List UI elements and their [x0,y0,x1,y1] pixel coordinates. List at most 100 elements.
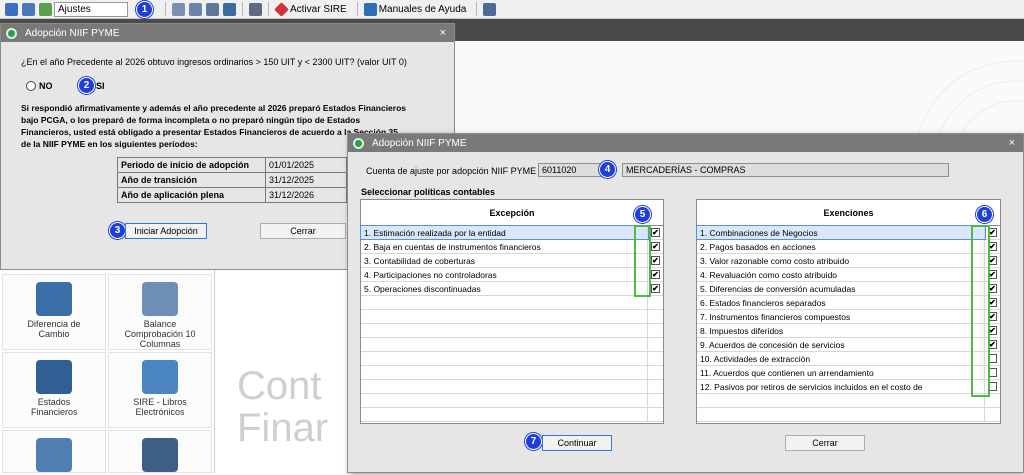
radio-si-label[interactable]: SI [96,81,105,91]
seleccionar-politicas-label: Seleccionar políticas contables [361,187,496,197]
radio-no[interactable] [26,81,36,91]
policy-row[interactable]: 11. Acuerdos que contienen un arrendamie… [697,366,1000,380]
document-icon[interactable] [172,2,185,16]
tile-diferencia-cambio[interactable]: Diferencia de Cambio [2,274,106,350]
building-icon[interactable] [22,2,35,16]
toolbar-separator [268,2,269,16]
dialog2-title: Adopción NIIF PYME [372,137,467,149]
policy-label: 5. Operaciones discontinuadas [361,282,648,295]
excepcion-list: 1. Estimación realizada por la entidad ✔ 2… [360,225,663,422]
dialog1-titlebar: Adopción NIIF PYME × [1,24,454,42]
iniciar-adopcion-button[interactable]: Iniciar Adopción [125,223,207,239]
policy-row[interactable]: 6. Estados financieros separados ✔ [697,296,1000,310]
tile-label: SIRE - Libros Electrónicos [133,397,187,417]
policy-checkbox[interactable]: ✔ [651,228,660,237]
tile-window[interactable] [2,430,106,473]
policy-row[interactable]: 1. Combinaciones de Negocios ✔ [696,225,1000,240]
policy-label: 4. Participaciones no controladoras [361,268,648,281]
dialog2-close-button[interactable]: × [1009,137,1015,149]
empty-row [361,408,663,422]
policy-checkbox-cell [648,338,663,351]
policy-row[interactable]: 7. Instrumentos financieros compuestos ✔ [697,310,1000,324]
empty-row [361,352,663,366]
calculator-icon[interactable] [249,2,262,16]
step-badge-6: 6 [976,206,993,223]
welcome-text-line2: Finar [237,406,329,450]
book-icon[interactable] [363,2,377,16]
document-edit-icon[interactable] [206,2,219,16]
dialog1-cerrar-button[interactable]: Cerrar [260,223,346,239]
ajustes-dropdown[interactable]: Ajustes [54,1,128,17]
period-label: Año de aplicación plena [117,187,266,203]
empty-row [361,296,663,310]
empty-row [697,394,1000,408]
exchange-calculator-icon [36,282,72,316]
exit-icon[interactable] [483,2,497,16]
policy-label [697,408,985,421]
step-badge-5: 5 [634,206,651,223]
cuenta-name-field: MERCADERÍAS - COMPRAS [622,163,949,177]
sire-diamond-icon[interactable] [274,1,289,17]
policy-label [361,310,648,323]
policy-label: 11. Acuerdos que contienen un arrendamie… [697,366,985,379]
users-icon[interactable] [5,2,18,16]
document-settings-icon[interactable] [189,2,202,16]
policy-row[interactable]: 1. Estimación realizada por la entidad ✔ [360,225,663,240]
policy-checkbox-cell [648,366,663,379]
exenciones-highlight [971,225,990,397]
tile-estados-financieros[interactable]: Estados Financieros [2,352,106,428]
empty-row [361,310,663,324]
policy-row[interactable]: 5. Operaciones discontinuadas ✔ [361,282,663,296]
folder-icon[interactable] [223,2,236,16]
app-logo-icon [353,137,364,149]
toolbar-separator [242,2,243,16]
policy-row[interactable]: 9. Acuerdos de concesión de servicios ✔ [697,338,1000,352]
policy-label: 1. Combinaciones de Negocios [696,225,986,240]
tile-folder[interactable] [108,430,212,473]
policy-label: 6. Estados financieros separados [697,296,985,309]
policy-row[interactable]: 2. Pagos basados en acciones ✔ [697,240,1000,254]
policy-label: 2. Pagos basados en acciones [697,240,985,253]
policy-row[interactable]: 10. Actividades de extracción [697,352,1000,366]
step-badge-7: 7 [525,433,542,450]
policy-checkbox[interactable]: ✔ [651,256,660,265]
policy-row[interactable]: 4. Revaluación como costo atribuido ✔ [697,268,1000,282]
policy-row[interactable]: 5. Diferencias de conversión acumuladas ✔ [697,282,1000,296]
continuar-button[interactable]: Continuar [542,435,612,451]
chart-icon[interactable] [39,2,52,16]
excepcion-panel: Excepción 1. Estimación realizada por la… [360,199,664,424]
policy-label [361,352,648,365]
policy-checkbox-cell [648,310,663,323]
policy-row[interactable]: 4. Participaciones no controladoras ✔ [361,268,663,282]
tile-sire-libros[interactable]: SIRE - Libros Electrónicos [108,352,212,428]
activar-sire-button[interactable]: Activar SIRE [290,4,347,15]
policy-row[interactable]: 12. Pasivos por retiros de servicios inc… [697,380,1000,394]
window-icon [36,438,72,472]
dialog2-cerrar-button[interactable]: Cerrar [785,435,865,451]
policy-checkbox[interactable]: ✔ [651,242,660,251]
tile-label: Estados Financieros [31,397,78,417]
policy-row[interactable]: 3. Contabilidad de coberturas ✔ [361,254,663,268]
empty-row [697,408,1000,422]
exenciones-header-label: Exenciones [823,207,874,218]
policy-label [361,380,648,393]
empty-row [361,366,663,380]
period-value: 31/12/2026 [265,187,347,203]
policy-row[interactable]: 2. Baja en cuentas de instrumentos finan… [361,240,663,254]
cuenta-code-field[interactable]: 6011020 [538,163,602,177]
tile-balance-comprobacion[interactable]: Balance Comprobación 10 Columnas [108,274,212,350]
policy-checkbox-cell [648,352,663,365]
policy-checkbox-cell [648,408,663,421]
policy-label [361,338,648,351]
policy-checkbox[interactable]: ✔ [651,284,660,293]
radio-no-option[interactable]: NO [26,81,53,91]
manuales-button[interactable]: Manuales de Ayuda [379,4,467,15]
policy-label [361,394,648,407]
policy-checkbox[interactable]: ✔ [651,270,660,279]
dialog1-close-button[interactable]: × [440,27,446,39]
policy-label: 3. Contabilidad de coberturas [361,254,648,267]
policy-row[interactable]: 3. Valor razonable como costo atribuido ✔ [697,254,1000,268]
financial-bars-icon [36,360,72,394]
policy-row[interactable]: 8. Impuestos diferidos ✔ [697,324,1000,338]
period-value: 01/01/2025 [265,157,347,173]
